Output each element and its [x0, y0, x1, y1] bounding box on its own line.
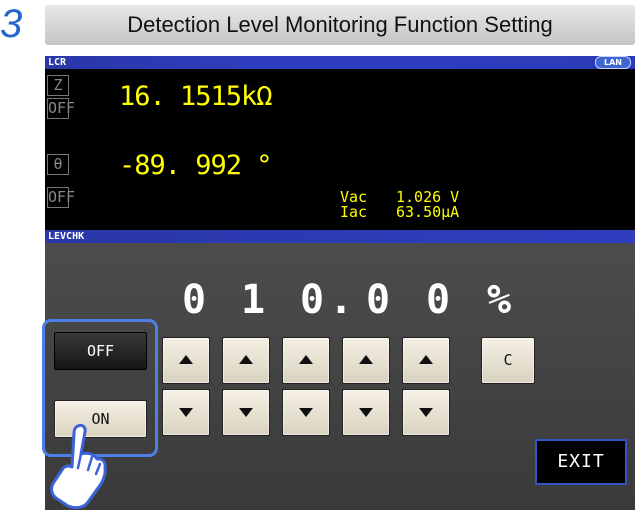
caret-up-icon	[299, 355, 313, 364]
mode-label: LCR	[48, 57, 67, 68]
page-title: Detection Level Monitoring Function Sett…	[45, 5, 635, 45]
caret-up-icon	[359, 355, 373, 364]
pointing-hand-icon	[50, 424, 107, 510]
clear-button[interactable]: C	[481, 337, 535, 384]
decimal-point: .	[329, 277, 354, 323]
caret-up-icon	[179, 355, 193, 364]
digit-ones-up-button[interactable]	[282, 337, 330, 384]
digit-hundreds: 0	[182, 277, 207, 323]
digit-hundredths: 0	[426, 277, 451, 323]
caret-down-icon	[419, 408, 433, 417]
digit-tens-up-button[interactable]	[222, 337, 270, 384]
levchk-header: LEVCHK	[45, 230, 635, 243]
caret-down-icon	[359, 408, 373, 417]
step-number: 3	[0, 2, 23, 46]
param-2-value: -89. 992 °	[119, 150, 273, 181]
percent-sign: %	[487, 277, 512, 323]
iac-label: Iac	[340, 203, 368, 221]
digit-tenths-up-button[interactable]	[342, 337, 390, 384]
param-1-value: 16. 1515kΩ	[119, 81, 273, 112]
iac-value: 63.50μA	[396, 203, 460, 221]
param-2-off-indicator[interactable]: OFF	[47, 187, 75, 208]
digit-tens: 1	[241, 277, 266, 323]
clear-button-label: C	[503, 351, 513, 369]
caret-down-icon	[239, 408, 253, 417]
caret-down-icon	[299, 408, 313, 417]
exit-button-label: EXIT	[557, 451, 605, 472]
digit-hundredths-down-button[interactable]	[402, 389, 450, 436]
digit-hundredths-up-button[interactable]	[402, 337, 450, 384]
digit-ones-down-button[interactable]	[282, 389, 330, 436]
param-2-selector[interactable]: θ	[47, 154, 69, 175]
levchk-label: LEVCHK	[48, 231, 85, 242]
digit-tenths-down-button[interactable]	[342, 389, 390, 436]
caret-down-icon	[179, 408, 193, 417]
digit-ones: 0	[300, 277, 325, 323]
caret-up-icon	[239, 355, 253, 364]
digit-tenths: 0	[366, 277, 391, 323]
status-bar: LCR LAN	[45, 56, 635, 69]
digit-hundreds-up-button[interactable]	[162, 337, 210, 384]
param-1-selector[interactable]: Z	[47, 75, 69, 96]
param-1-off-indicator[interactable]: OFF	[47, 98, 75, 119]
caret-up-icon	[419, 355, 433, 364]
lan-indicator: LAN	[595, 56, 631, 69]
exit-button[interactable]: EXIT	[535, 439, 627, 485]
digit-tens-down-button[interactable]	[222, 389, 270, 436]
digit-hundreds-down-button[interactable]	[162, 389, 210, 436]
